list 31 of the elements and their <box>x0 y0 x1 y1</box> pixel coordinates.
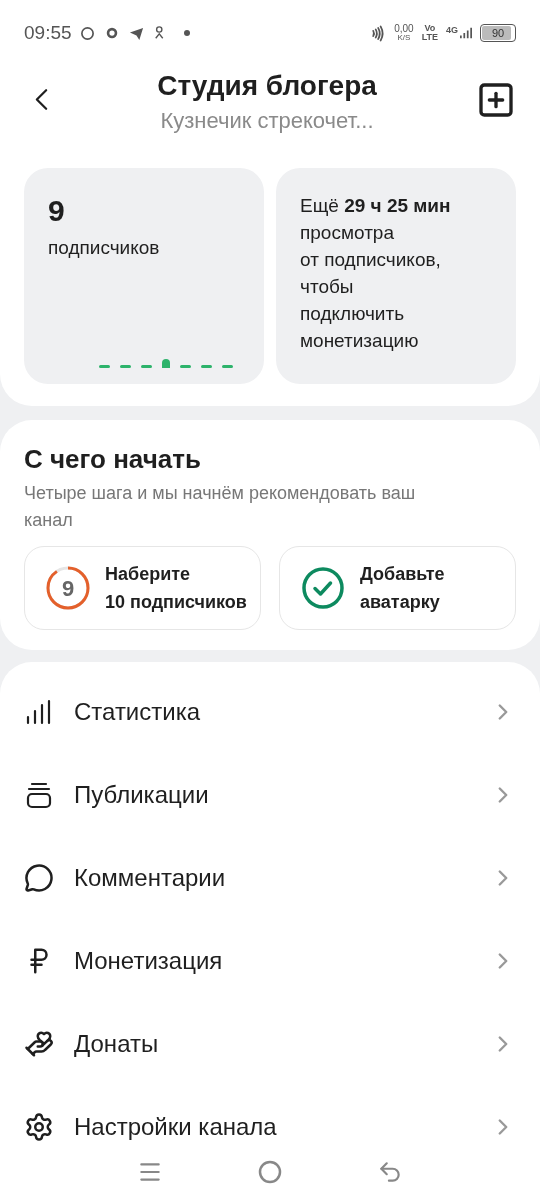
battery-percent: 90 <box>490 25 506 41</box>
volte-label: Vo <box>424 24 436 33</box>
menu-item[interactable]: Настройки канала <box>0 1085 540 1144</box>
step-card[interactable]: 9 Наберите 10 подписчиков <box>24 546 261 630</box>
lte-label: LTE <box>421 33 438 42</box>
page-title: Студия блогера <box>157 69 377 103</box>
section-description: Четыре шага и мы начнём рекомендовать ваш канал <box>24 482 417 532</box>
monetization-text: Ещё 29 ч 25 мин просмотра от подписчиков, чтобы подключить монетизацию <box>300 194 452 353</box>
status-time: 09:55 <box>24 20 72 45</box>
channel-name: Кузнечик стрекочет... <box>160 107 374 135</box>
check-circle-icon <box>300 565 346 611</box>
signal-icon <box>460 26 472 40</box>
menu-item[interactable]: Публикации <box>0 753 540 836</box>
subscriber-count: 9 <box>48 194 66 228</box>
step-card[interactable]: Добавьте аватарку <box>279 546 516 630</box>
menu-item[interactable]: Комментарии <box>0 836 540 919</box>
progress-value: 9 <box>61 574 75 603</box>
paper-plane-icon <box>128 25 144 41</box>
add-button[interactable] <box>476 80 516 120</box>
network-label: 4G <box>446 26 458 35</box>
menu-item[interactable]: Статистика <box>0 670 540 753</box>
hand-heart-icon <box>24 1028 54 1059</box>
menu-item[interactable]: Донаты <box>0 1002 540 1085</box>
settings-icon <box>24 1111 54 1142</box>
subscriber-label: подписчиков <box>48 236 161 260</box>
speed-value: 0,00 <box>394 24 414 33</box>
speed-unit: K/S <box>397 33 411 42</box>
section-title: С чего начать <box>24 443 202 476</box>
progress-ring-icon <box>45 565 91 611</box>
home-icon[interactable] <box>258 1160 282 1184</box>
menu-item[interactable]: Монетизация <box>0 919 540 1002</box>
